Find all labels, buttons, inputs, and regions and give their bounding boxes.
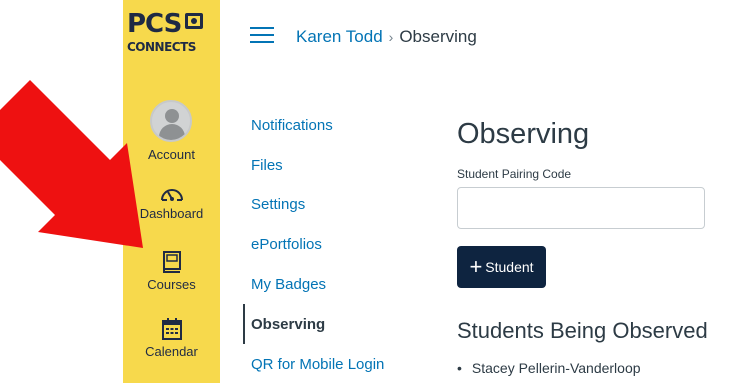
dashboard-gauge-icon xyxy=(160,189,183,201)
add-student-label: Student xyxy=(485,259,534,275)
student-list: Stacey Pellerin-Vanderloop xyxy=(457,360,641,376)
pcs-connects-logo[interactable]: PCS CONNECTS xyxy=(127,10,211,62)
courses-label: Courses xyxy=(147,277,196,292)
plus-icon: + xyxy=(469,254,483,279)
page-title: Observing xyxy=(457,118,590,150)
global-nav-calendar[interactable]: Calendar xyxy=(123,318,220,359)
nav-eportfolios[interactable]: ePortfolios xyxy=(251,236,322,253)
calendar-icon xyxy=(161,318,182,340)
pairing-code-label: Student Pairing Code xyxy=(457,167,572,181)
pairing-code-input[interactable] xyxy=(457,187,705,229)
students-observed-heading: Students Being Observed xyxy=(457,318,708,343)
active-nav-indicator xyxy=(243,304,245,344)
nav-observing[interactable]: Observing xyxy=(251,316,325,333)
red-arrow-annotation xyxy=(0,80,143,248)
list-item: Stacey Pellerin-Vanderloop xyxy=(457,360,641,376)
nav-settings[interactable]: Settings xyxy=(251,196,305,213)
hamburger-menu-icon[interactable] xyxy=(250,27,274,43)
monitor-icon xyxy=(185,13,203,29)
breadcrumb: Karen Todd › Observing xyxy=(296,27,477,47)
book-icon xyxy=(162,251,181,273)
logo-subtext: CONNECTS xyxy=(127,40,196,54)
breadcrumb-separator: › xyxy=(388,29,394,45)
nav-notifications[interactable]: Notifications xyxy=(251,117,333,134)
breadcrumb-user-link[interactable]: Karen Todd xyxy=(296,27,383,46)
breadcrumb-current: Observing xyxy=(399,27,477,46)
nav-files[interactable]: Files xyxy=(251,157,283,174)
add-student-button[interactable]: + Student xyxy=(457,246,546,288)
logo-text: PCS xyxy=(127,9,182,39)
nav-my-badges[interactable]: My Badges xyxy=(251,276,326,293)
nav-qr-mobile-login[interactable]: QR for Mobile Login xyxy=(251,356,384,373)
calendar-label: Calendar xyxy=(145,344,198,359)
